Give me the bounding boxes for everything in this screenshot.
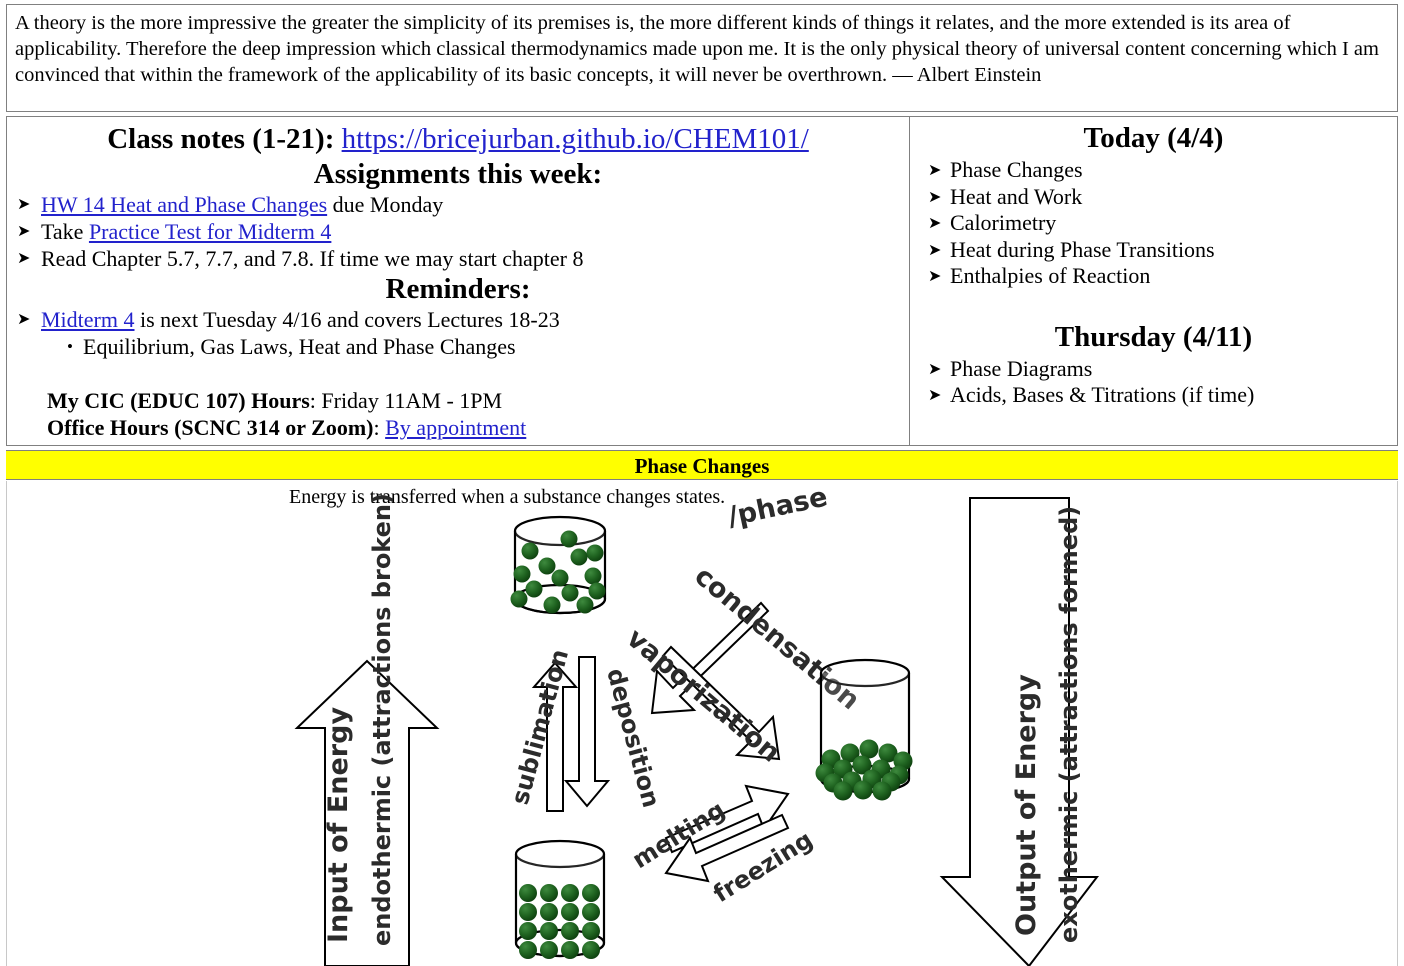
reminders-list: Midterm 4 is next Tuesday 4/16 and cover… [15, 306, 901, 333]
thursday-heading: Thursday (4/11) [1054, 320, 1253, 353]
reminder-suffix: is next Tuesday 4/16 and covers Lectures… [134, 307, 560, 332]
list-item: Take Practice Test for Midterm 4 [15, 218, 901, 245]
quote-text: A theory is the more impressive the grea… [15, 12, 1379, 86]
section-banner: Phase Changes [6, 450, 1398, 480]
assignments-list: HW 14 Heat and Phase Changes due Monday … [15, 191, 901, 272]
phase-change-diagram: Energy is transferred when a substance c… [6, 481, 1398, 966]
class-notes-url-link[interactable]: https://bricejurban.github.io/CHEM101/ [342, 123, 809, 155]
office-hours-sep: : [373, 415, 386, 440]
office-hours-label: Office Hours (SCNC 314 or Zoom) [47, 415, 374, 440]
right-column: Today (4/4) Phase Changes Heat and Work … [910, 117, 1397, 445]
quote-box: A theory is the more impressive the grea… [6, 4, 1398, 112]
assignment-text: Read Chapter 5.7, 7.7, and 7.8. If time … [41, 246, 584, 271]
list-item: Enthalpies of Reaction [920, 263, 1387, 290]
slide-page: A theory is the more impressive the grea… [0, 4, 1404, 966]
left-column: Class notes (1-21): https://bricejurban.… [7, 117, 910, 445]
output-energy-arrow-icon: Output of Energy exothermic (attractions… [939, 497, 1100, 966]
output-energy-label-2: exothermic (attractions formed) [1055, 506, 1083, 943]
class-notes-label: Class notes (1-21): [107, 123, 335, 155]
liquid-container-icon [815, 658, 913, 801]
output-energy-label-1: Output of Energy [1011, 674, 1042, 936]
list-item: Equilibrium, Gas Laws, Heat and Phase Ch… [15, 333, 901, 360]
phase-annotation-text: /phase [725, 482, 830, 533]
list-item: Heat during Phase Transitions [920, 237, 1387, 264]
hw14-link[interactable]: HW 14 Heat and Phase Changes [41, 192, 327, 217]
today-heading: Today (4/4) [1083, 122, 1224, 154]
assignment-suffix: due Monday [327, 192, 444, 217]
class-notes-line: Class notes (1-21): https://bricejurban.… [15, 121, 901, 157]
list-item: Acids, Bases & Titrations (if time) [920, 382, 1387, 409]
info-table: Class notes (1-21): https://bricejurban.… [6, 116, 1398, 446]
practice-test-link[interactable]: Practice Test for Midterm 4 [89, 219, 331, 244]
list-item: Calorimetry [920, 210, 1387, 237]
gas-container-icon [510, 515, 607, 615]
cic-hours-value: : Friday 11AM - 1PM [309, 388, 503, 413]
midterm4-link[interactable]: Midterm 4 [41, 307, 135, 332]
assignments-heading: Assignments this week: [313, 158, 603, 190]
input-energy-label-1: Input of Energy [323, 707, 354, 943]
reminder-sublist: Equilibrium, Gas Laws, Heat and Phase Ch… [15, 333, 901, 360]
list-item: Phase Changes [920, 157, 1387, 184]
thursday-list: Phase Diagrams Acids, Bases & Titrations… [920, 356, 1387, 409]
list-item: HW 14 Heat and Phase Changes due Monday [15, 191, 901, 218]
by-appointment-link[interactable]: By appointment [385, 415, 526, 440]
deposition-arrow-icon: deposition [563, 656, 665, 811]
cic-hours-line: My CIC (EDUC 107) Hours: Friday 11AM - 1… [47, 387, 901, 414]
list-item: Read Chapter 5.7, 7.7, and 7.8. If time … [15, 245, 901, 272]
diagram-svg: /phase Input of Energy endothermic (attr… [294, 482, 1100, 966]
input-energy-arrow-icon: Input of Energy endothermic (attractions… [294, 493, 440, 966]
list-item: Midterm 4 is next Tuesday 4/16 and cover… [15, 306, 901, 333]
reminders-heading: Reminders: [385, 273, 531, 305]
today-list: Phase Changes Heat and Work Calorimetry … [920, 157, 1387, 290]
assignment-prefix: Take [41, 219, 89, 244]
sublimation-arrow-icon: sublimation [506, 646, 579, 812]
office-hours-line: Office Hours (SCNC 314 or Zoom): By appo… [47, 414, 901, 441]
caption-annotation-icon: /phase [725, 482, 830, 533]
list-item: Heat and Work [920, 184, 1387, 211]
list-item: Phase Diagrams [920, 356, 1387, 383]
solid-container-icon [514, 839, 606, 959]
hours-block: My CIC (EDUC 107) Hours: Friday 11AM - 1… [15, 387, 901, 441]
input-energy-label-2: endothermic (attractions broken) [368, 493, 396, 946]
cic-hours-label: My CIC (EDUC 107) Hours [47, 388, 310, 413]
